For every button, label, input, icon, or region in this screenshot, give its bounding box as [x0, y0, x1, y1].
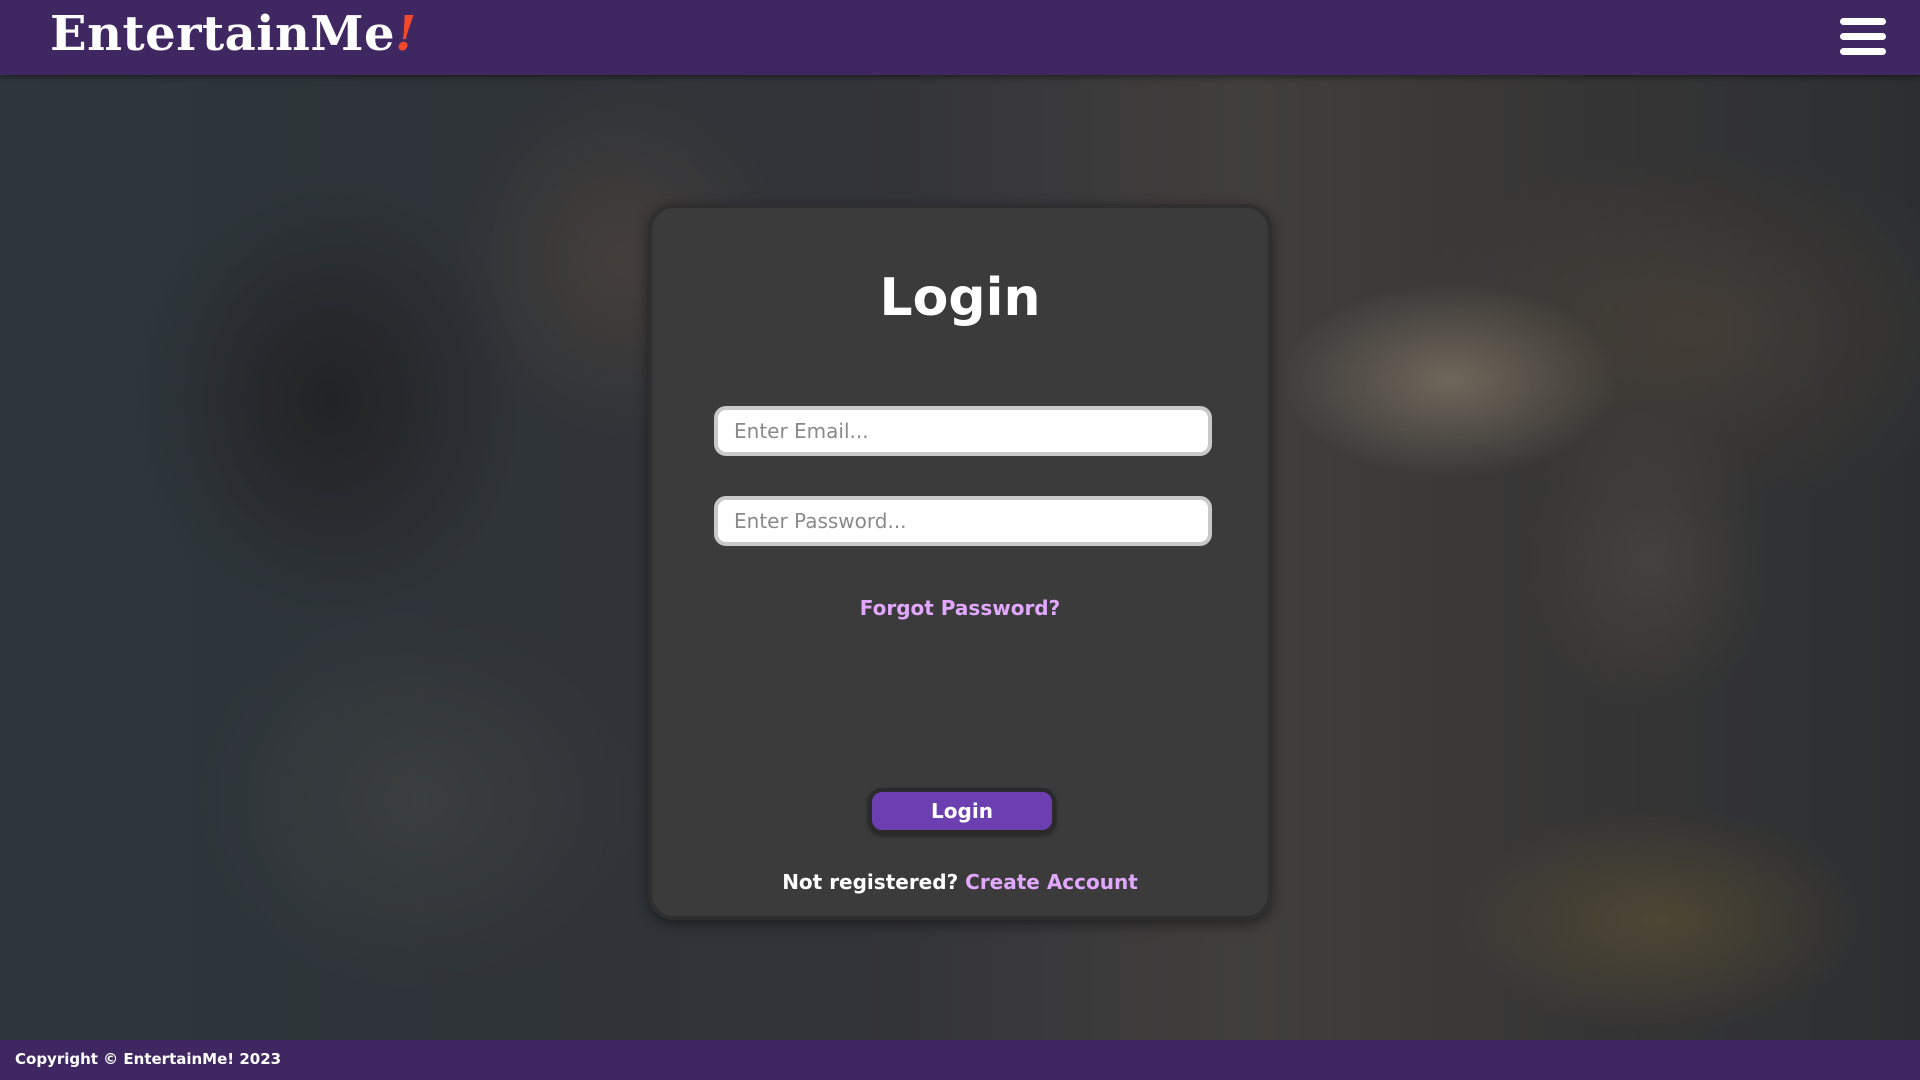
menu-bar	[1840, 33, 1886, 40]
login-page: EntertainMe! Login Forgot Password? Logi…	[0, 0, 1920, 1080]
top-navbar: EntertainMe!	[0, 0, 1920, 75]
logo-text: EntertainMe	[50, 6, 396, 62]
brand-logo[interactable]: EntertainMe!	[50, 6, 417, 62]
menu-bar	[1840, 48, 1886, 55]
login-button[interactable]: Login	[868, 788, 1056, 834]
logo-mark: !	[395, 6, 417, 62]
hamburger-menu-icon[interactable]	[1840, 18, 1886, 56]
register-row: Not registered? Create Account	[652, 870, 1268, 894]
forgot-password-link[interactable]: Forgot Password?	[652, 596, 1268, 620]
page-footer: Copyright © EntertainMe! 2023	[0, 1040, 1920, 1080]
create-account-link[interactable]: Create Account	[965, 870, 1138, 894]
register-prompt: Not registered?	[782, 870, 959, 894]
copyright-text: Copyright © EntertainMe! 2023	[15, 1050, 282, 1068]
password-input[interactable]	[714, 496, 1212, 546]
login-card: Login Forgot Password? Login Not registe…	[648, 204, 1272, 920]
menu-bar	[1840, 18, 1886, 25]
login-title: Login	[879, 268, 1041, 328]
email-input[interactable]	[714, 406, 1212, 456]
